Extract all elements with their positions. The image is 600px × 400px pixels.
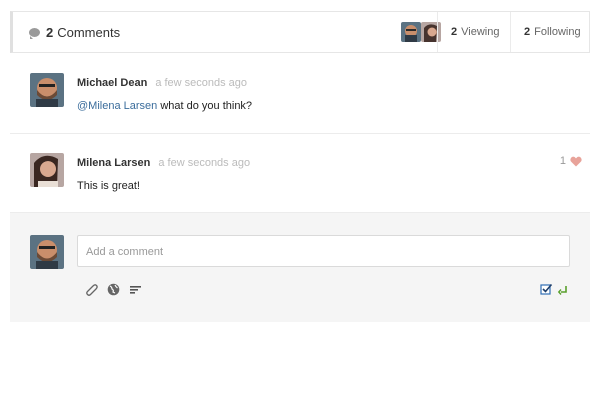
viewer-avatar-michael[interactable] [401,22,421,42]
comment-timestamp[interactable]: a few seconds ago [155,77,247,89]
viewer-avatars [401,22,441,42]
header-divider [437,12,438,52]
viewer-avatar-milena[interactable] [421,22,441,42]
mention-link[interactable]: @Milena Larsen [77,100,157,112]
compose-options [540,283,570,296]
comment-body: Milena Larsen a few seconds ago This is g… [77,153,250,192]
checkbox-icon[interactable] [540,283,553,296]
like-count: 1 [559,155,566,167]
comment-bubble-icon [29,28,40,39]
following-count: 2 [524,26,531,38]
comment-count-number: 2 [46,25,54,40]
following-stat[interactable]: 2 Following [524,26,581,38]
comment-count-label: Comments [57,25,121,40]
paperclip-icon[interactable] [85,283,98,296]
comments-header: 2 Comments 2 Viewing 2 Following [10,11,590,53]
enter-to-submit-icon[interactable] [557,283,570,296]
format-text-icon[interactable] [129,283,142,296]
comment-body: Michael Dean a few seconds ago @Milena La… [77,73,252,112]
comment-divider [10,133,590,134]
avatar[interactable] [30,73,64,107]
viewing-stat[interactable]: 2 Viewing [451,26,499,38]
comment-timestamp[interactable]: a few seconds ago [158,157,250,169]
comment-input[interactable]: Add a comment [77,235,570,267]
avatar[interactable] [30,153,64,187]
comment-author[interactable]: Michael Dean [77,77,147,89]
comment-text-body: what do you think? [157,100,253,112]
following-label: Following [534,26,581,38]
comment-text: This is great! [77,180,140,192]
header-divider [510,12,511,52]
compose-toolbar [85,283,142,296]
comment-count: 2 Comments [29,25,120,40]
like-button[interactable]: 1 [560,155,582,167]
comment-text: @Milena Larsen what do you think? [77,100,252,112]
globe-icon[interactable] [107,283,120,296]
viewing-label: Viewing [461,26,500,38]
comment-author[interactable]: Milena Larsen [77,157,150,169]
heart-icon[interactable] [570,156,582,167]
viewing-count: 2 [451,26,458,38]
current-user-avatar [30,235,64,269]
compose-area: Add a comment [10,212,590,322]
